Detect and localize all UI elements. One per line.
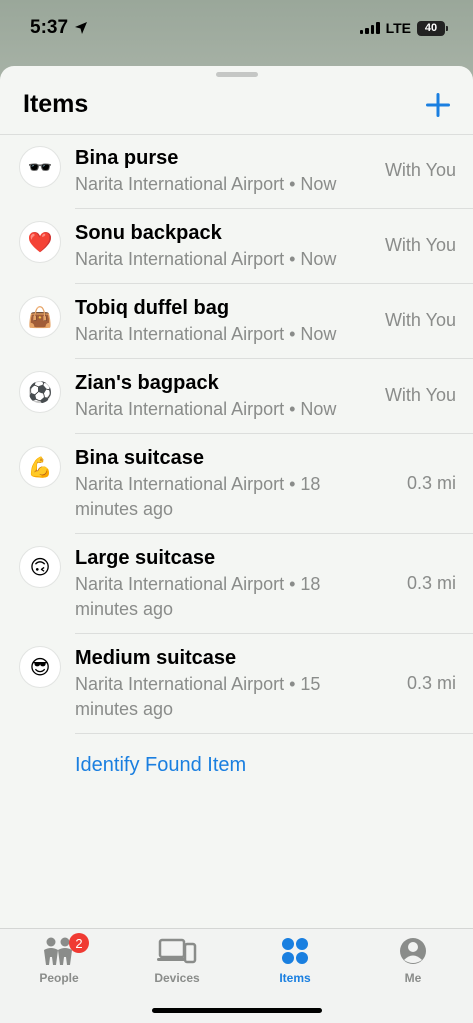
list-item[interactable]: 👜 Tobiq duffel bag Narita International … <box>0 284 473 359</box>
soccer-ball-icon: ⚽ <box>19 371 61 413</box>
handbag-icon: 👜 <box>19 296 61 338</box>
list-item[interactable]: 💪 Bina suitcase Narita International Air… <box>0 434 473 534</box>
home-indicator <box>152 1008 322 1013</box>
heart-icon: ❤️ <box>19 221 61 263</box>
network-type: LTE <box>385 20 411 36</box>
flexed-biceps-icon: 💪 <box>19 446 61 488</box>
status-bar: 5:37 LTE 40 <box>0 0 473 56</box>
list-item[interactable]: 🙃 Large suitcase Narita International Ai… <box>0 534 473 634</box>
tab-label: Devices <box>154 971 200 985</box>
tab-devices[interactable]: Devices <box>118 935 236 995</box>
item-location: Narita International Airport • 15 minute… <box>75 674 321 719</box>
tab-label: Items <box>279 971 311 985</box>
tab-label: People <box>39 971 79 985</box>
items-icon <box>282 938 308 964</box>
list-item[interactable]: 🕶️ Bina purse Narita International Airpo… <box>0 134 473 209</box>
item-status: 0.3 mi <box>406 473 456 493</box>
item-status: With You <box>384 160 456 180</box>
items-sheet: Items 🕶️ Bina purse Narita International… <box>0 66 473 1023</box>
sheet-header: Items <box>0 82 473 134</box>
item-name: Bina suitcase <box>75 447 204 469</box>
item-status: 0.3 mi <box>406 573 456 593</box>
item-name: Zian's bagpack <box>75 372 219 394</box>
item-location: Narita International Airport • 18 minute… <box>75 574 321 619</box>
list-item[interactable]: ❤️ Sonu backpack Narita International Ai… <box>0 209 473 284</box>
cellular-signal-icon <box>359 22 380 34</box>
devices-icon <box>157 938 197 964</box>
item-status: 0.3 mi <box>406 673 456 693</box>
battery-level: 40 <box>424 22 438 34</box>
tab-items[interactable]: Items <box>236 935 354 995</box>
item-status: With You <box>384 385 456 405</box>
status-time: 5:37 <box>30 17 69 38</box>
item-status: With You <box>384 310 456 330</box>
plus-icon <box>426 93 450 117</box>
item-name: Tobiq duffel bag <box>75 297 230 319</box>
item-name: Sonu backpack <box>75 222 222 244</box>
list-item[interactable]: 😎 Medium suitcase Narita International A… <box>0 634 473 734</box>
location-arrow-icon <box>75 22 88 34</box>
me-icon <box>400 938 426 964</box>
sheet-grabber[interactable] <box>216 72 258 77</box>
battery-icon: 40 <box>417 20 448 36</box>
item-location: Narita International Airport • Now <box>75 399 337 419</box>
notification-badge: 2 <box>69 933 89 953</box>
item-status: With You <box>384 235 456 255</box>
tab-label: Me <box>404 971 422 985</box>
tab-people[interactable]: 2 People <box>0 933 118 995</box>
item-name: Medium suitcase <box>75 647 237 669</box>
row-divider <box>75 733 473 734</box>
sunglasses-icon: 🕶️ <box>19 146 61 188</box>
list-item[interactable]: ⚽ Zian's bagpack Narita International Ai… <box>0 359 473 434</box>
identify-found-item-link[interactable]: Identify Found Item <box>75 754 246 777</box>
item-name: Bina purse <box>75 147 179 169</box>
sunglasses-face-icon: 😎 <box>19 646 61 688</box>
item-location: Narita International Airport • Now <box>75 174 337 194</box>
item-location: Narita International Airport • Now <box>75 324 337 344</box>
upside-down-face-icon: 🙃 <box>19 546 61 588</box>
tab-me[interactable]: Me <box>354 935 472 995</box>
item-location: Narita International Airport • 18 minute… <box>75 474 321 519</box>
items-list: 🕶️ Bina purse Narita International Airpo… <box>0 134 473 734</box>
page-title: Items <box>23 90 89 118</box>
item-location: Narita International Airport • Now <box>75 249 337 269</box>
item-name: Large suitcase <box>75 547 216 569</box>
add-item-button[interactable] <box>421 88 455 122</box>
